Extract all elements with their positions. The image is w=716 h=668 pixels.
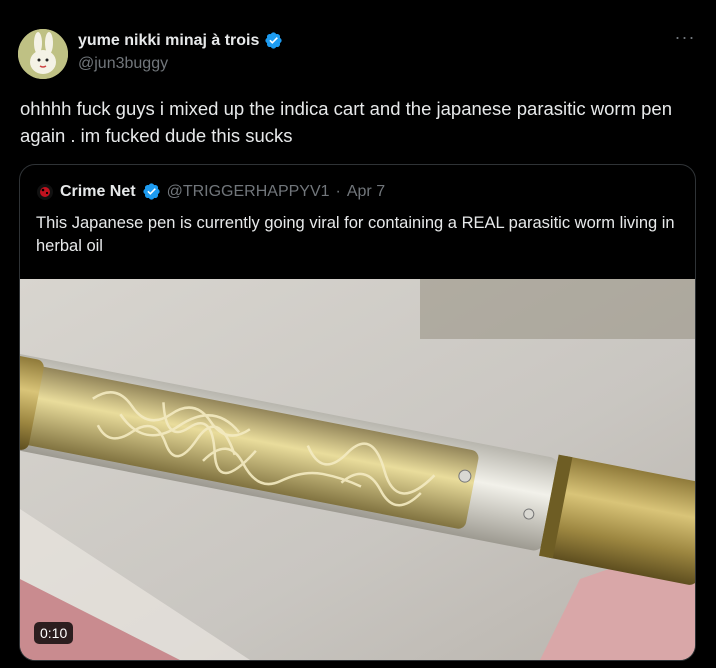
author-avatar[interactable] <box>18 29 68 79</box>
verified-badge-icon <box>142 183 160 200</box>
quoted-author-avatar <box>36 182 54 201</box>
bunny-avatar-image <box>18 29 68 79</box>
quoted-tweet-text: This Japanese pen is currently going vir… <box>36 214 675 255</box>
video-player[interactable]: 0:10 <box>20 279 695 660</box>
video-thumbnail-image <box>20 279 695 660</box>
verified-badge-icon <box>265 32 283 49</box>
author-handle[interactable]: @jun3buggy <box>78 55 168 73</box>
quoted-tweet-card[interactable]: Crime Net @TRIGGERHAPPYV1 · Apr 7 This J… <box>19 164 696 661</box>
author-display-name[interactable]: yume nikki minaj à trois <box>78 32 259 50</box>
quoted-date: Apr 7 <box>346 182 386 200</box>
more-options-button[interactable]: ··· <box>672 27 698 50</box>
quoted-display-name: Crime Net <box>60 182 136 200</box>
crime-net-logo-icon <box>37 183 53 200</box>
video-duration-badge: 0:10 <box>34 622 74 644</box>
quoted-tweet-header: Crime Net @TRIGGERHAPPYV1 · Apr 7 <box>36 182 385 201</box>
tweet-text: ohhhh fuck guys i mixed up the indica ca… <box>20 98 672 146</box>
quoted-handle: @TRIGGERHAPPYV1 <box>166 182 330 200</box>
quoted-separator: · <box>335 182 341 200</box>
more-horizontal-icon: ··· <box>674 27 696 47</box>
author-name-row[interactable]: yume nikki minaj à trois <box>78 31 283 50</box>
